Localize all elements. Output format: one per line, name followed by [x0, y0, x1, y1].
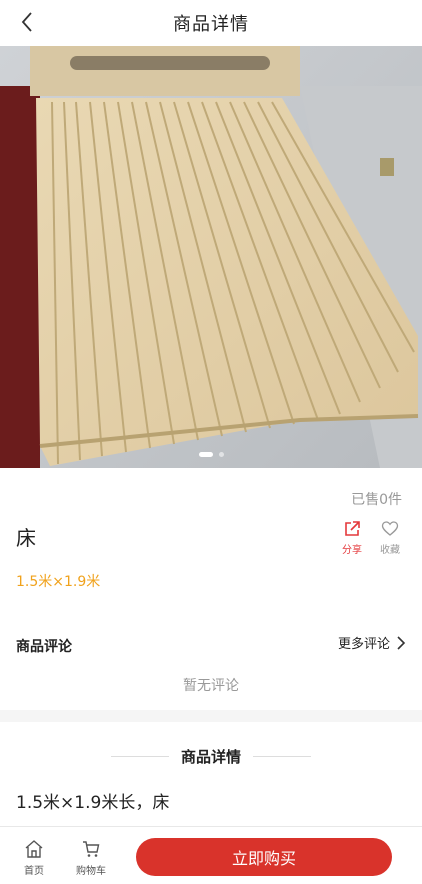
share-button[interactable]: 分享: [336, 520, 368, 556]
cart-icon: [83, 841, 100, 857]
details-header: 商品详情: [0, 746, 422, 767]
product-image-carousel[interactable]: [0, 46, 422, 468]
reviews-title: 商品评论: [16, 639, 72, 655]
back-button[interactable]: [16, 10, 40, 34]
product-name: 床: [16, 526, 36, 550]
divider-line: [253, 756, 311, 757]
home-icon: [25, 840, 43, 858]
bottom-bar: 首页 购物车 立即购买: [0, 826, 422, 884]
more-reviews-label: 更多评论: [337, 637, 390, 652]
product-image: [0, 46, 422, 468]
sold-count: 已售0件: [351, 492, 402, 508]
chevron-right-icon: [397, 635, 406, 650]
nav-home-label: 首页: [24, 866, 44, 877]
nav-home[interactable]: 首页: [24, 839, 44, 877]
divider-line: [110, 756, 169, 757]
nav-cart-label: 购物车: [76, 866, 106, 877]
chevron-left-icon: [21, 12, 32, 32]
share-label: 分享: [342, 545, 362, 556]
carousel-dot-active[interactable]: [198, 452, 213, 457]
details-text: 1.5米×1.9米长，床: [16, 793, 170, 813]
page-title: 商品详情: [173, 14, 249, 35]
carousel-indicator: [0, 452, 422, 457]
favorite-button[interactable]: 收藏: [374, 520, 406, 556]
details-section: 商品详情 1.5米×1.9米长，床: [0, 722, 422, 826]
carousel-dot[interactable]: [218, 452, 224, 457]
header-bar: 商品详情: [0, 0, 422, 46]
reviews-section: 商品评论 更多评论 暂无评论: [0, 600, 422, 710]
buy-now-button[interactable]: 立即购买: [136, 838, 392, 876]
favorite-label: 收藏: [380, 545, 400, 556]
more-reviews-link[interactable]: 更多评论: [338, 633, 406, 652]
product-info-section: 已售0件 床 分享 收藏 1.5米×1.9米: [0, 468, 422, 600]
share-icon: [345, 521, 360, 536]
empty-reviews-text: 暂无评论: [183, 678, 239, 694]
details-title: 商品详情: [180, 748, 241, 766]
nav-cart[interactable]: 购物车: [76, 839, 106, 877]
product-spec: 1.5米×1.9米: [16, 574, 101, 590]
heart-icon: [381, 521, 399, 536]
